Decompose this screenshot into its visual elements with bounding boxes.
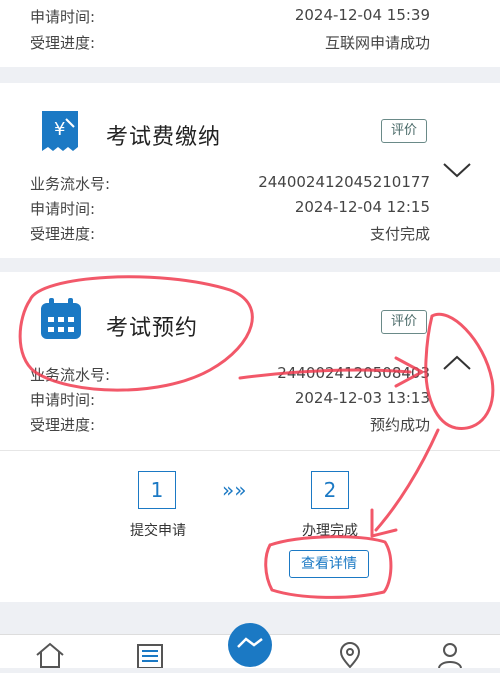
row-value: 2024-12-04 12:15 bbox=[294, 198, 430, 216]
map-pin-icon[interactable] bbox=[334, 641, 366, 672]
row-value: 2024-12-04 15:39 bbox=[294, 6, 430, 24]
step-2-label: 办理完成 bbox=[302, 523, 358, 539]
row-label: 业务流水号: bbox=[30, 175, 111, 193]
serial-row: 业务流水号: 2440024120508403 bbox=[30, 364, 430, 388]
apply-time-row: 申请时间: 2024-12-04 12:15 bbox=[30, 198, 430, 222]
rate-button[interactable]: 评价 bbox=[381, 119, 427, 143]
apply-time-row: 申请时间: 2024-12-03 13:13 bbox=[30, 389, 430, 413]
handshake-icon[interactable] bbox=[226, 621, 274, 673]
exam-fee-card[interactable]: ¥ 考试费缴纳 评价 业务流水号: 244002412045210177 申请时… bbox=[0, 83, 500, 258]
chevron-up-icon[interactable] bbox=[442, 354, 472, 376]
svg-text:¥: ¥ bbox=[54, 119, 65, 140]
card-title: 考试预约 bbox=[106, 316, 199, 341]
row-value: 支付完成 bbox=[369, 225, 430, 243]
apply-time-row: 申请时间: 2024-12-04 15:39 bbox=[30, 6, 430, 30]
card-title: 考试费缴纳 bbox=[106, 125, 222, 150]
receipt-icon: ¥ bbox=[40, 109, 80, 157]
progress-row: 受理进度: 互联网申请成功 bbox=[30, 32, 430, 56]
row-label: 申请时间: bbox=[30, 8, 96, 26]
step-2-box: 2 bbox=[311, 471, 349, 509]
list-icon[interactable] bbox=[134, 641, 166, 672]
application-card-1: 申请时间: 2024-12-04 15:39 受理进度: 互联网申请成功 bbox=[0, 0, 500, 67]
row-label: 受理进度: bbox=[30, 225, 96, 243]
chevron-down-icon[interactable] bbox=[442, 161, 472, 183]
serial-row: 业务流水号: 244002412045210177 bbox=[30, 173, 430, 197]
row-label: 受理进度: bbox=[30, 34, 96, 52]
progress-row: 受理进度: 支付完成 bbox=[30, 223, 430, 247]
row-label: 业务流水号: bbox=[30, 366, 111, 384]
exam-booking-card[interactable]: 考试预约 评价 业务流水号: 2440024120508403 申请时间: 20… bbox=[0, 272, 500, 602]
row-label: 申请时间: bbox=[30, 200, 96, 218]
view-details-button[interactable]: 查看详情 bbox=[289, 550, 369, 578]
row-value: 2440024120508403 bbox=[277, 364, 430, 382]
step-1-box: 1 bbox=[138, 471, 176, 509]
row-label: 受理进度: bbox=[30, 416, 96, 434]
rate-button[interactable]: 评价 bbox=[381, 310, 427, 334]
row-value: 互联网申请成功 bbox=[324, 34, 430, 52]
row-value: 2024-12-03 13:13 bbox=[294, 389, 430, 407]
row-value: 预约成功 bbox=[369, 416, 430, 434]
bottom-tab-bar bbox=[0, 623, 500, 669]
calendar-icon bbox=[38, 296, 84, 346]
step-arrow-icon: »» bbox=[222, 478, 247, 502]
step-1-label: 提交申请 bbox=[130, 523, 186, 539]
row-value: 244002412045210177 bbox=[258, 173, 430, 191]
progress-row: 受理进度: 预约成功 bbox=[30, 414, 430, 438]
row-label: 申请时间: bbox=[30, 391, 96, 409]
user-icon[interactable] bbox=[434, 641, 466, 672]
home-icon[interactable] bbox=[34, 641, 66, 672]
divider bbox=[0, 450, 500, 451]
